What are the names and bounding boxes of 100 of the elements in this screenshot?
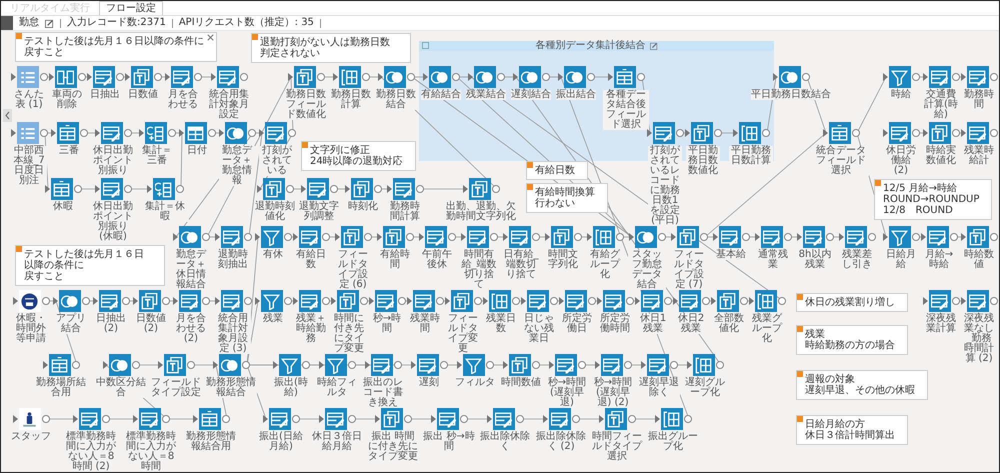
tool-node[interactable]: [260, 226, 282, 248]
output-port-icon[interactable]: [132, 361, 140, 369]
tool-node[interactable]: [108, 354, 130, 376]
output-port-icon[interactable]: [202, 297, 210, 305]
tool-node[interactable]: [424, 226, 446, 248]
output-port-icon[interactable]: [406, 233, 414, 241]
output-port-icon[interactable]: [702, 297, 710, 305]
output-port-icon[interactable]: [826, 233, 834, 241]
tool-node[interactable]: [178, 226, 200, 248]
edit-icon[interactable]: [45, 18, 54, 28]
output-port-icon[interactable]: [628, 415, 636, 423]
tool-node[interactable]: [554, 354, 576, 376]
output-port-icon[interactable]: [912, 129, 920, 137]
output-port-icon[interactable]: [624, 361, 632, 369]
comment-note[interactable]: 休日の残業割り増し: [796, 293, 908, 312]
tool-node[interactable]: [928, 290, 950, 312]
output-port-icon[interactable]: [670, 361, 678, 369]
tool-node[interactable]: [54, 66, 76, 88]
tool-node[interactable]: [508, 226, 530, 248]
tool-node[interactable]: [138, 408, 160, 430]
output-port-icon[interactable]: [40, 129, 48, 137]
output-port-icon[interactable]: [124, 129, 132, 137]
tool-node[interactable]: [224, 122, 246, 144]
output-port-icon[interactable]: [398, 297, 406, 305]
tool-node[interactable]: [888, 66, 910, 88]
tool-node[interactable]: [450, 290, 472, 312]
output-port-icon[interactable]: [460, 415, 468, 423]
output-port-icon[interactable]: [436, 297, 444, 305]
output-port-icon[interactable]: [700, 233, 708, 241]
output-port-icon[interactable]: [404, 415, 412, 423]
output-port-icon[interactable]: [122, 297, 130, 305]
output-port-icon[interactable]: [202, 233, 210, 241]
tool-node[interactable]: [48, 354, 70, 376]
output-port-icon[interactable]: [360, 297, 368, 305]
output-port-icon[interactable]: [574, 233, 582, 241]
tool-node[interactable]: [392, 178, 414, 200]
tool-node[interactable]: [966, 226, 988, 248]
tool-node[interactable]: [324, 354, 346, 376]
tool-node[interactable]: [508, 354, 530, 376]
output-port-icon[interactable]: [586, 73, 594, 81]
tool-node[interactable]: [144, 122, 166, 144]
output-port-icon[interactable]: [664, 297, 672, 305]
output-port-icon[interactable]: [162, 415, 170, 423]
tool-node[interactable]: [802, 226, 824, 248]
tool-node[interactable]: [564, 290, 586, 312]
output-port-icon[interactable]: [288, 129, 296, 137]
tool-node[interactable]: [604, 408, 626, 430]
output-port-icon[interactable]: [496, 73, 504, 81]
tool-node[interactable]: [92, 66, 114, 88]
tool-node[interactable]: [130, 66, 152, 88]
output-port-icon[interactable]: [714, 129, 722, 137]
output-port-icon[interactable]: [952, 129, 960, 137]
tool-node[interactable]: [488, 290, 510, 312]
output-port-icon[interactable]: [362, 73, 370, 81]
comment-note[interactable]: 退勤打刻がない人は勤務日数判定されない: [251, 33, 411, 63]
tool-node[interactable]: [152, 178, 174, 200]
tool-node[interactable]: [966, 66, 988, 88]
output-port-icon[interactable]: [852, 129, 860, 137]
tool-node[interactable]: [492, 408, 514, 430]
tool-node[interactable]: [16, 66, 38, 88]
output-port-icon[interactable]: [374, 185, 382, 193]
output-port-icon[interactable]: [42, 415, 50, 423]
output-port-icon[interactable]: [684, 415, 692, 423]
output-port-icon[interactable]: [208, 129, 216, 137]
tool-node[interactable]: [382, 226, 404, 248]
tool-node[interactable]: [218, 354, 240, 376]
tool-node[interactable]: [754, 290, 776, 312]
output-port-icon[interactable]: [244, 297, 252, 305]
output-port-icon[interactable]: [124, 185, 132, 193]
output-port-icon[interactable]: [322, 233, 330, 241]
tool-node[interactable]: [340, 226, 362, 248]
output-port-icon[interactable]: [802, 73, 810, 81]
tool-node[interactable]: [474, 66, 496, 88]
output-port-icon[interactable]: [162, 297, 170, 305]
tool-node[interactable]: [260, 290, 282, 312]
tool-node[interactable]: [294, 66, 316, 88]
comment-note[interactable]: 有給日数: [526, 161, 588, 180]
tool-node[interactable]: [18, 290, 40, 312]
output-port-icon[interactable]: [490, 233, 498, 241]
output-port-icon[interactable]: [740, 297, 748, 305]
output-port-icon[interactable]: [348, 415, 356, 423]
output-port-icon[interactable]: [416, 185, 424, 193]
tool-node[interactable]: [50, 178, 72, 200]
checkbox-icon[interactable]: [422, 42, 429, 49]
tool-node[interactable]: [298, 290, 320, 312]
tool-node[interactable]: [216, 66, 238, 88]
tool-node[interactable]: [690, 122, 712, 144]
tool-node[interactable]: [178, 290, 200, 312]
tool-node[interactable]: [306, 178, 328, 200]
tool-node[interactable]: [374, 290, 396, 312]
tool-node[interactable]: [428, 66, 450, 88]
output-port-icon[interactable]: [658, 233, 666, 241]
output-port-icon[interactable]: [516, 415, 524, 423]
output-port-icon[interactable]: [154, 73, 162, 81]
output-port-icon[interactable]: [284, 233, 292, 241]
output-port-icon[interactable]: [40, 73, 48, 81]
tool-node[interactable]: [16, 122, 38, 144]
tool-node[interactable]: [678, 290, 700, 312]
output-port-icon[interactable]: [194, 73, 202, 81]
tool-node[interactable]: [268, 408, 290, 430]
